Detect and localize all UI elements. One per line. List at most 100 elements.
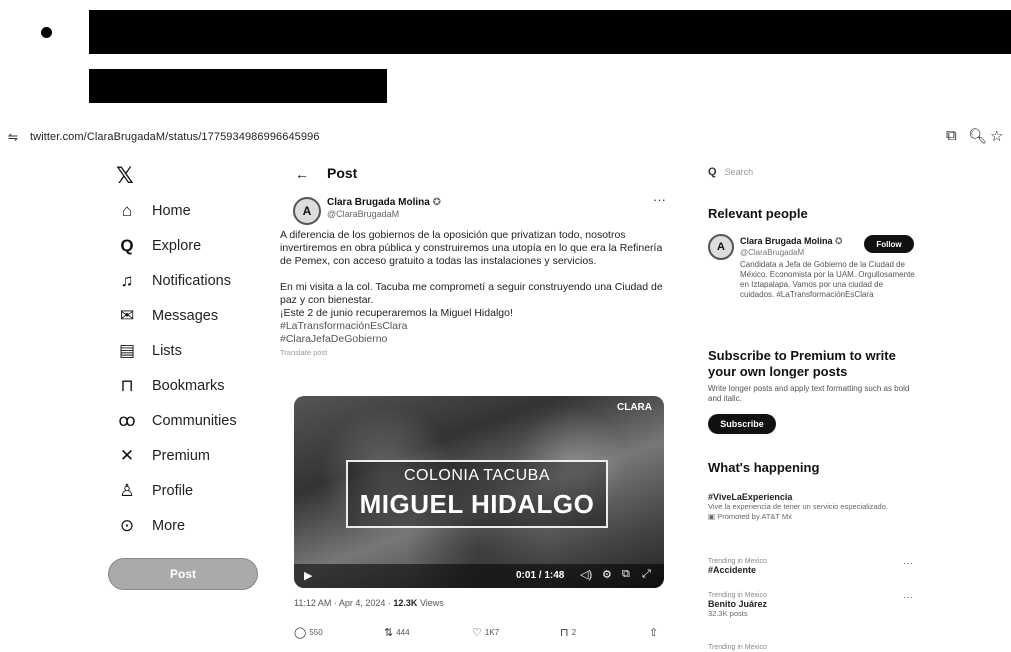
nav-profile[interactable]: ♙ Profile bbox=[114, 476, 193, 506]
settings-icon[interactable]: ⚙ bbox=[602, 568, 612, 581]
trend-name: Benito Juárez bbox=[708, 599, 768, 609]
post-timestamp[interactable]: 11:12 AM · Apr 4, 2024 · bbox=[294, 598, 393, 608]
bookmark-star-icon[interactable]: ☆ bbox=[990, 127, 1003, 145]
avatar[interactable]: A bbox=[708, 234, 734, 260]
bookmark-icon: ⊓ bbox=[120, 376, 134, 395]
nav-home[interactable]: ⌂ Home bbox=[114, 196, 191, 226]
whats-happening-title: What's happening bbox=[708, 460, 820, 475]
follow-button[interactable]: Follow bbox=[864, 235, 914, 253]
nav-more[interactable]: ⊙ More bbox=[114, 511, 185, 541]
promoted-label: ▣ Promoted by AT&T Mx bbox=[708, 512, 792, 521]
bookmark-icon: ⊓ bbox=[560, 627, 569, 639]
overlay-subtitle: COLONIA TACUBA bbox=[404, 467, 550, 484]
nav-lists[interactable]: ▤ Lists bbox=[114, 336, 182, 366]
nav-label: Messages bbox=[152, 308, 219, 324]
redaction-bar bbox=[89, 69, 387, 103]
more-options-icon[interactable]: ··· bbox=[653, 192, 666, 207]
trend-context: Trending in Mexico bbox=[708, 644, 767, 651]
trend-post-count: 32.3K posts bbox=[708, 609, 748, 618]
nav-label: Lists bbox=[152, 343, 182, 359]
repost-button[interactable]: ⇅ 444 bbox=[384, 626, 410, 639]
site-settings-icon[interactable]: ⇋ bbox=[8, 130, 18, 144]
views-label: Views bbox=[417, 598, 444, 608]
video-time: 0:01 / 1:48 bbox=[516, 570, 565, 581]
like-count: 1K7 bbox=[484, 628, 500, 637]
redaction-bar bbox=[89, 10, 1011, 54]
browser-address-bar[interactable]: ⇋ twitter.com/ClaraBrugadaM/status/17759… bbox=[0, 126, 1011, 148]
volume-icon[interactable]: ◁) bbox=[580, 568, 592, 581]
video-title-overlay: COLONIA TACUBA MIGUEL HIDALGO bbox=[346, 460, 608, 528]
bullet-point bbox=[41, 27, 52, 38]
nav-label: Explore bbox=[152, 238, 202, 254]
home-icon: ⌂ bbox=[121, 201, 133, 220]
trend-item[interactable]: Trending in Mexico Benito Juárez 32.3K p… bbox=[708, 592, 913, 619]
nav-label: Profile bbox=[152, 483, 194, 499]
nav-label: More bbox=[152, 518, 186, 534]
tweet-paragraph: A diferencia de los gobiernos de la opos… bbox=[280, 229, 663, 267]
post-button[interactable]: Post bbox=[108, 558, 258, 590]
hashtag-link[interactable]: #LaTransformaciónEsClara bbox=[280, 320, 670, 333]
search-icon: Q bbox=[708, 166, 717, 178]
video-player[interactable]: CLARA COLONIA TACUBA MIGUEL HIDALGO ▶ 0:… bbox=[294, 396, 664, 588]
nav-premium[interactable]: ✕ Premium bbox=[114, 441, 210, 471]
pip-icon[interactable]: ⧉ bbox=[622, 568, 630, 581]
trend-context: Trending in Mexico bbox=[708, 558, 767, 565]
fullscreen-icon[interactable]: ⤢ bbox=[642, 568, 651, 581]
post-actions: ◯ 550 ⇅ 444 ♡ 1K7 ⊓ 2 ⇧ bbox=[294, 626, 666, 642]
repost-count: 444 bbox=[396, 628, 410, 637]
nav-communities[interactable]: ꝏ Communities bbox=[114, 406, 236, 436]
share-button[interactable]: ⇧ bbox=[649, 626, 661, 639]
play-icon[interactable]: ▶ bbox=[304, 569, 312, 582]
hashtag-link[interactable]: #ClaraJefaDeGobierno bbox=[280, 333, 670, 346]
person-handle[interactable]: @ClaraBrugadaM bbox=[740, 248, 804, 257]
video-controls: ▶ 0:01 / 1:48 ◁) ⚙ ⧉ ⤢ bbox=[294, 564, 664, 588]
nav-notifications[interactable]: ♫ Notifications bbox=[114, 266, 231, 296]
nav-bookmarks[interactable]: ⊓ Bookmarks bbox=[114, 371, 224, 401]
verified-badge-icon: ✪ bbox=[835, 236, 843, 246]
trend-context: Trending in Mexico bbox=[708, 592, 767, 599]
x-logo-icon[interactable]: 𝕏 bbox=[116, 163, 134, 189]
trend-description: Vive la experiencia de tener un servicio… bbox=[708, 502, 888, 511]
trend-name: #ViveLaExperiencia bbox=[708, 492, 793, 502]
cast-icon[interactable]: ⧉ bbox=[946, 127, 957, 144]
person-bio: Candidata a Jefa de Gobierno de la Ciuda… bbox=[740, 260, 915, 299]
tweet-paragraph: En mi visita a la col. Tacuba me comprom… bbox=[280, 281, 663, 306]
subscribe-button[interactable]: Subscribe bbox=[708, 414, 776, 434]
trend-item[interactable]: #ViveLaExperiencia Vive la experiencia d… bbox=[708, 492, 913, 522]
premium-title: Subscribe to Premium to write your own l… bbox=[708, 348, 896, 379]
video-logo: CLARA bbox=[617, 402, 652, 413]
search-box[interactable]: Q Search bbox=[708, 166, 913, 178]
zoom-icon[interactable]: 🔍︎ bbox=[968, 127, 987, 145]
nav-messages[interactable]: ✉ Messages bbox=[114, 301, 218, 331]
trend-item[interactable]: Trending in Mexico bbox=[708, 644, 913, 651]
back-arrow-icon[interactable]: ← bbox=[295, 166, 309, 182]
trend-item[interactable]: Trending in Mexico #Accidente ··· bbox=[708, 558, 913, 575]
bell-icon: ♫ bbox=[120, 271, 134, 290]
avatar[interactable]: A bbox=[293, 197, 321, 225]
reply-count: 550 bbox=[309, 628, 323, 637]
nav-label: Premium bbox=[152, 448, 211, 464]
trend-name: #Accidente bbox=[708, 565, 757, 575]
tweet-line: ¡Este 2 de junio recuperaremos la Miguel… bbox=[280, 307, 513, 319]
reply-button[interactable]: ◯ 550 bbox=[294, 626, 323, 639]
person-name[interactable]: Clara Brugada Molina ✪ bbox=[740, 236, 843, 247]
view-count: 12.3K bbox=[393, 598, 418, 608]
translate-link[interactable]: Translate post bbox=[280, 346, 670, 359]
more-options-icon[interactable]: ··· bbox=[903, 592, 913, 603]
overlay-title: MIGUEL HIDALGO bbox=[359, 489, 595, 519]
bookmark-count: 2 bbox=[571, 628, 577, 637]
x-icon: ✕ bbox=[119, 446, 135, 465]
nav-explore[interactable]: Q Explore bbox=[114, 231, 201, 261]
search-placeholder[interactable]: Search bbox=[725, 167, 754, 177]
author-handle[interactable]: @ClaraBrugadaM bbox=[327, 209, 399, 219]
bookmark-button[interactable]: ⊓ 2 bbox=[560, 626, 576, 639]
more-icon: ⊙ bbox=[119, 516, 135, 535]
more-options-icon[interactable]: ··· bbox=[903, 558, 913, 569]
search-icon: Q bbox=[120, 236, 134, 255]
like-button[interactable]: ♡ 1K7 bbox=[472, 626, 499, 639]
profile-icon: ♙ bbox=[119, 481, 135, 500]
nav-label: Home bbox=[152, 203, 191, 219]
url-text[interactable]: twitter.com/ClaraBrugadaM/status/1775934… bbox=[30, 131, 320, 143]
author-name[interactable]: Clara Brugada Molina ✪ bbox=[327, 197, 441, 208]
relevant-people-title: Relevant people bbox=[708, 206, 808, 221]
